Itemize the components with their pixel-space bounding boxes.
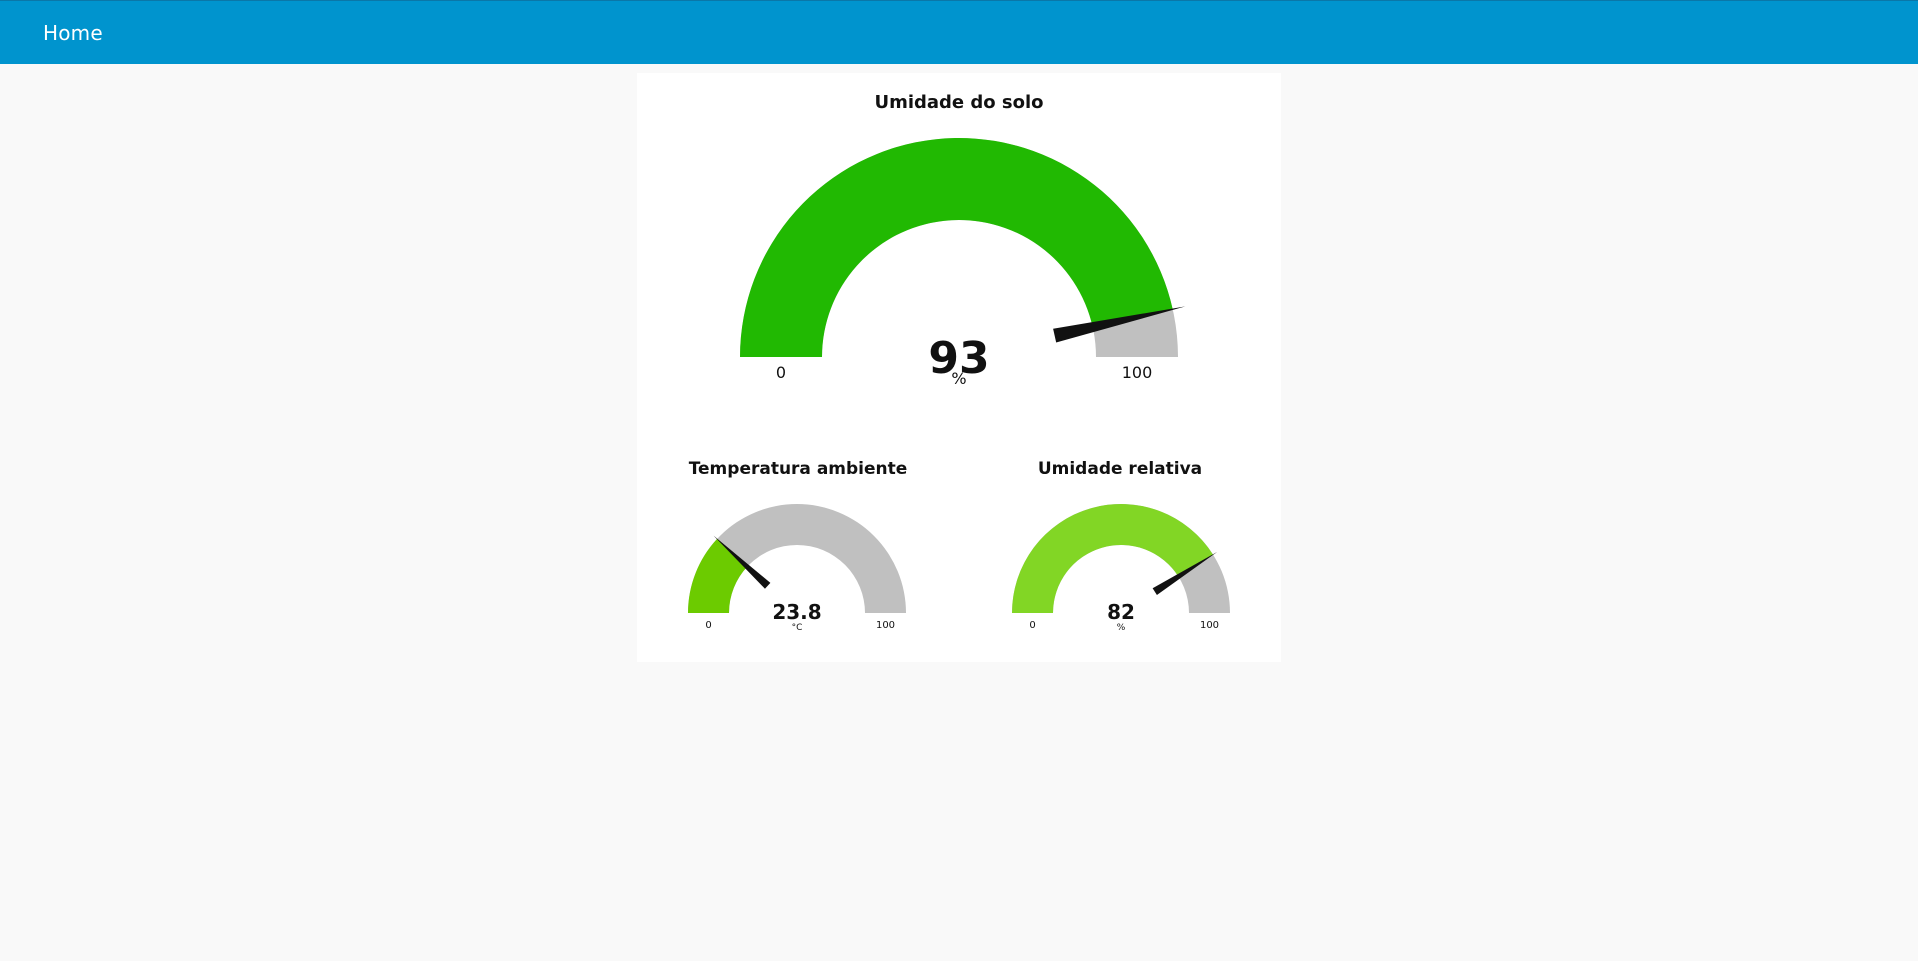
gauge-chart: 82 % 0 100 [1012,504,1230,633]
gauge-units: % [1117,623,1126,633]
gauge-umidade-do-solo: Umidade do solo 93 % 0 100 [637,73,1281,433]
gauge-units: % [951,369,966,388]
gauge-units: °C [792,623,803,633]
gauge-fill [1012,504,1214,613]
gauge-max-label: 100 [1200,620,1219,631]
gauge-value: 82 [1107,600,1135,624]
gauge-chart: 23.8 °C 0 100 [688,504,906,633]
gauge-min-label: 0 [1029,620,1035,631]
gauge-value: 23.8 [772,600,821,624]
gauge-chart: 93 % 0 100 [740,138,1186,388]
dashboard-group: Umidade do solo 93 % 0 100 Temperatura a… [637,73,1281,662]
gauge-temperatura-ambiente: Temperatura ambiente 23.8 °C 0 100 [637,439,959,659]
gauge-umidade-relativa: Umidade relativa 82 % 0 100 [959,439,1281,659]
gauge-max-label: 100 [876,620,895,631]
page-title: Home [43,21,103,45]
gauge-max-label: 100 [1122,363,1153,382]
gauge-min-label: 0 [776,363,786,382]
gauge-min-label: 0 [705,620,711,631]
top-bar: Home [0,0,1918,64]
